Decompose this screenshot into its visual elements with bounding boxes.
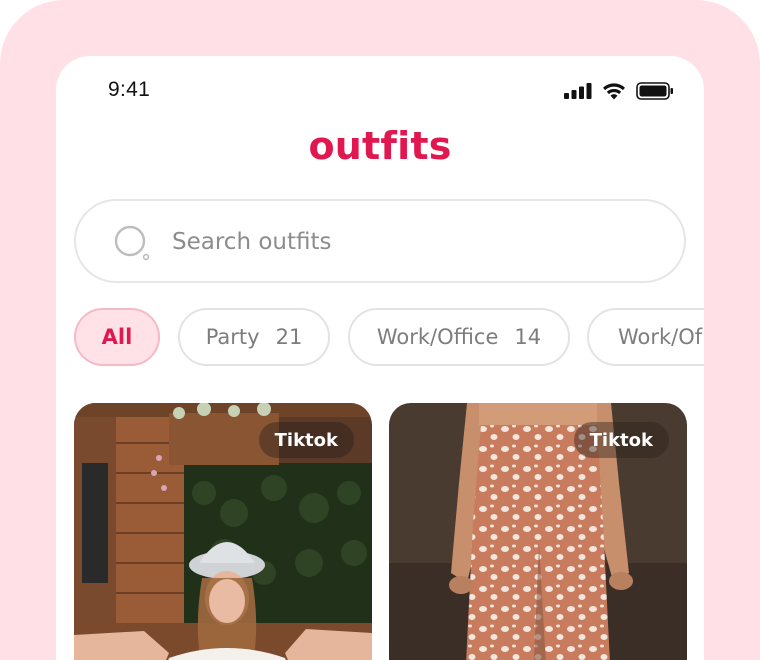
status-time: 9:41	[108, 78, 151, 101]
signal-icon	[564, 83, 592, 99]
source-badge: Tiktok	[258, 422, 354, 458]
source-badge: Tiktok	[573, 422, 669, 458]
chip-label: Work/Office	[376, 325, 499, 349]
status-icons	[564, 82, 674, 100]
outfit-card[interactable]: Tiktok	[389, 403, 687, 660]
chip-label: All	[101, 325, 133, 349]
search-icon	[114, 225, 150, 261]
chip-label: Party	[205, 325, 260, 349]
phone-screen: 9:41 outfits Search outfits All Party 21…	[56, 56, 704, 660]
search-bar[interactable]	[74, 199, 686, 283]
filter-chips: All Party 21 Work/Office 14 Work/Of	[74, 308, 704, 366]
chip-work-office[interactable]: Work/Office 14	[348, 308, 570, 366]
chip-all[interactable]: All	[74, 308, 160, 366]
chip-party[interactable]: Party 21	[178, 308, 330, 366]
chip-count: 14	[514, 325, 542, 349]
app-background: 9:41 outfits Search outfits All Party 21…	[0, 0, 760, 660]
chip-work-office-2[interactable]: Work/Of	[587, 308, 704, 366]
wifi-icon	[603, 83, 625, 100]
chip-count: 21	[275, 325, 303, 349]
battery-icon	[636, 82, 673, 100]
app-title: outfits	[308, 124, 452, 168]
search-input[interactable]	[172, 223, 652, 261]
outfit-card[interactable]: Tiktok	[74, 403, 372, 660]
chip-label: Work/Of	[618, 325, 703, 349]
